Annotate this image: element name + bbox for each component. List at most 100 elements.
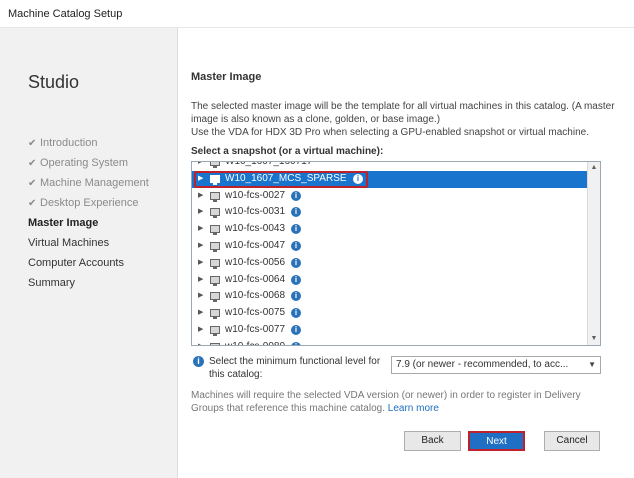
- snapshot-name: w10-fcs-0077: [225, 323, 286, 335]
- wizard-sidebar: Studio ✔ Introduction ✔ Operating System ✔…: [0, 28, 178, 478]
- description-line: Use the VDA for HDX 3D Pro when selectin…: [191, 127, 589, 138]
- snapshot-name: w10-fcs-0080: [225, 339, 285, 345]
- snapshot-name: w10-fcs-0075: [225, 307, 286, 319]
- snapshot-row[interactable]: ▶ w10-fcs-0080 i: [192, 339, 588, 345]
- step-summary: Summary: [28, 273, 149, 293]
- description-line: The selected master image will be the te…: [191, 101, 615, 125]
- back-button[interactable]: Back: [404, 431, 461, 451]
- snapshot-list[interactable]: ▶ W10_1607_160717 ▶ W10_1607_MCS_SPARSE i ▶ w1…: [191, 161, 601, 346]
- info-icon[interactable]: i: [291, 341, 301, 345]
- step-label: Master Image: [28, 217, 99, 229]
- snapshot-name: W10_1607_160717: [225, 161, 313, 167]
- expand-arrow-icon[interactable]: ▶: [198, 204, 203, 221]
- info-icon[interactable]: i: [291, 324, 301, 335]
- snapshot-name: w10-fcs-0027: [225, 189, 286, 201]
- expand-arrow-icon[interactable]: ▶: [198, 272, 203, 289]
- main-panel: Master Image The selected master image w…: [178, 28, 634, 478]
- wizard-steps: ✔ Introduction ✔ Operating System ✔ Machine…: [28, 133, 149, 293]
- step-introduction[interactable]: ✔ Introduction: [28, 133, 149, 153]
- step-label: Virtual Machines: [28, 237, 110, 249]
- virtual-machine-icon: [210, 309, 220, 320]
- snapshot-list-rows: ▶ W10_1607_160717 ▶ W10_1607_MCS_SPARSE i ▶ w1…: [192, 161, 588, 345]
- snapshot-row[interactable]: ▶ w10-fcs-0075 i: [192, 305, 588, 322]
- expand-arrow-icon[interactable]: ▶: [198, 221, 203, 238]
- snapshot-row[interactable]: ▶ w10-fcs-0043 i: [192, 221, 588, 238]
- virtual-machine-icon: [210, 225, 220, 236]
- step-label: Machine Management: [40, 177, 149, 189]
- check-icon: ✔: [28, 138, 37, 149]
- chevron-down-icon: ▼: [588, 360, 596, 369]
- snapshot-row[interactable]: ▶ w10-fcs-0027 i: [192, 188, 588, 205]
- functional-level-value: 7.9 (or newer - recommended, to acc...: [396, 359, 569, 370]
- vertical-scrollbar[interactable]: ▲ ▼: [587, 162, 600, 345]
- expand-arrow-icon[interactable]: ▶: [198, 339, 203, 345]
- snapshot-row[interactable]: ▶ w10-fcs-0068 i: [192, 288, 588, 305]
- vda-note-text: Machines will require the selected VDA v…: [191, 390, 581, 414]
- step-virtual-machines: Virtual Machines: [28, 233, 149, 253]
- scroll-up-icon[interactable]: ▲: [588, 162, 600, 174]
- virtual-machine-icon: [210, 258, 220, 269]
- snapshot-row[interactable]: ▶ W10_1607_160717: [192, 161, 588, 171]
- info-icon[interactable]: i: [291, 207, 301, 218]
- snapshot-row[interactable]: ▶ w10-fcs-0056 i: [192, 255, 588, 272]
- snapshot-name: w10-fcs-0047: [225, 239, 286, 251]
- expand-arrow-icon[interactable]: ▶: [198, 288, 203, 305]
- expand-arrow-icon[interactable]: ▶: [198, 322, 203, 339]
- check-icon: ✔: [28, 198, 37, 209]
- virtual-machine-icon: [210, 325, 220, 336]
- virtual-machine-icon: [210, 191, 220, 202]
- expand-arrow-icon[interactable]: ▶: [198, 162, 203, 171]
- step-desktop-experience[interactable]: ✔ Desktop Experience: [28, 193, 149, 213]
- snapshot-row-selected[interactable]: ▶ W10_1607_MCS_SPARSE i: [192, 170, 588, 188]
- expand-arrow-icon[interactable]: ▶: [198, 255, 203, 272]
- functional-level-select[interactable]: 7.9 (or newer - recommended, to acc... ▼: [391, 356, 601, 374]
- info-icon[interactable]: i: [291, 291, 301, 302]
- virtual-machine-icon: [210, 292, 220, 303]
- snapshot-name: w10-fcs-0031: [225, 206, 286, 218]
- virtual-machine-icon: [210, 162, 220, 168]
- snapshot-name: w10-fcs-0068: [225, 290, 286, 302]
- virtual-machine-icon: [210, 342, 220, 345]
- step-operating-system[interactable]: ✔ Operating System: [28, 153, 149, 173]
- selection-highlight-box: [194, 170, 368, 188]
- info-icon[interactable]: i: [291, 274, 301, 285]
- cancel-button[interactable]: Cancel: [544, 431, 600, 451]
- vda-note: Machines will require the selected VDA v…: [191, 389, 611, 415]
- step-master-image: Master Image: [28, 213, 149, 233]
- learn-more-link[interactable]: Learn more: [388, 403, 439, 414]
- info-icon[interactable]: i: [291, 224, 301, 235]
- snapshot-name: w10-fcs-0043: [225, 223, 286, 235]
- snapshot-row[interactable]: ▶ w10-fcs-0031 i: [192, 204, 588, 221]
- step-label: Computer Accounts: [28, 257, 124, 269]
- next-button[interactable]: Next: [468, 431, 525, 451]
- page-title: Master Image: [191, 71, 262, 83]
- info-icon[interactable]: i: [291, 240, 301, 251]
- snapshot-name: w10-fcs-0064: [225, 273, 286, 285]
- title-bar: Machine Catalog Setup: [0, 0, 634, 28]
- expand-arrow-icon[interactable]: ▶: [198, 305, 203, 322]
- check-icon: ✔: [28, 178, 37, 189]
- info-icon[interactable]: i: [291, 308, 301, 319]
- step-computer-accounts: Computer Accounts: [28, 253, 149, 273]
- virtual-machine-icon: [210, 275, 220, 286]
- scroll-down-icon[interactable]: ▼: [588, 333, 600, 345]
- info-icon[interactable]: i: [291, 190, 301, 201]
- step-label: Introduction: [40, 137, 98, 149]
- step-label: Summary: [28, 277, 76, 289]
- info-icon: i: [193, 356, 204, 367]
- snapshot-row[interactable]: ▶ w10-fcs-0064 i: [192, 272, 588, 289]
- snapshot-select-label: Select a snapshot (or a virtual machine)…: [191, 146, 384, 157]
- check-icon: ✔: [28, 158, 37, 169]
- snapshot-row[interactable]: ▶ w10-fcs-0077 i: [192, 322, 588, 339]
- expand-arrow-icon[interactable]: ▶: [198, 238, 203, 255]
- virtual-machine-icon: [210, 241, 220, 252]
- step-label: Desktop Experience: [40, 197, 139, 209]
- snapshot-name: w10-fcs-0056: [225, 256, 286, 268]
- page-description: The selected master image will be the te…: [191, 100, 621, 139]
- step-machine-management[interactable]: ✔ Machine Management: [28, 173, 149, 193]
- snapshot-row[interactable]: ▶ w10-fcs-0047 i: [192, 238, 588, 255]
- info-icon[interactable]: i: [291, 257, 301, 268]
- product-name: Studio: [28, 72, 80, 92]
- expand-arrow-icon[interactable]: ▶: [198, 188, 203, 205]
- functional-level-label: Select the minimum functional level for …: [209, 356, 381, 380]
